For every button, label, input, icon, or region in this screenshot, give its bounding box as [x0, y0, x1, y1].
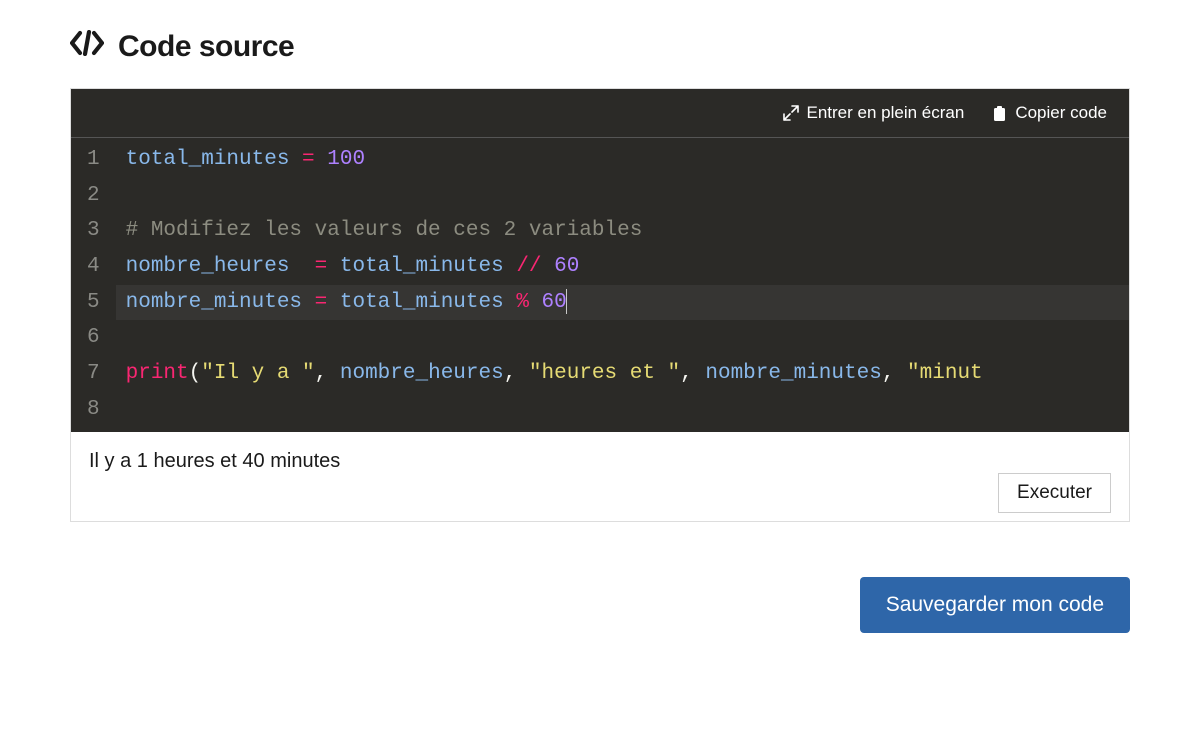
fullscreen-label: Entrer en plein écran [807, 103, 965, 123]
page-title: Code source [118, 30, 294, 64]
line-number: 5 [87, 285, 106, 321]
execute-button[interactable]: Executer [998, 473, 1111, 513]
code-line[interactable]: nombre_heures = total_minutes // 60 [116, 249, 1129, 285]
editor-toolbar: Entrer en plein écran Copier code [71, 89, 1129, 138]
line-number: 2 [87, 178, 106, 214]
expand-icon [783, 105, 799, 121]
text-cursor [566, 289, 567, 314]
line-number-gutter: 12345678 [71, 138, 116, 432]
code-line[interactable] [116, 320, 1129, 356]
copy-label: Copier code [1015, 103, 1107, 123]
section-header: Code source [70, 30, 1130, 64]
save-row: Sauvegarder mon code [70, 577, 1130, 633]
copy-code-button[interactable]: Copier code [992, 103, 1107, 123]
line-number: 1 [87, 142, 106, 178]
code-line[interactable]: total_minutes = 100 [116, 142, 1129, 178]
code-line[interactable]: print("Il y a ", nombre_heures, "heures … [116, 356, 1129, 392]
code-line[interactable]: # Modifiez les valeurs de ces 2 variable… [116, 213, 1129, 249]
line-number: 8 [87, 392, 106, 428]
clipboard-icon [992, 105, 1007, 122]
code-editor-panel: Entrer en plein écran Copier code 123456… [70, 88, 1130, 522]
output-area: Il y a 1 heures et 40 minutes Executer [71, 432, 1129, 521]
code-line[interactable]: nombre_minutes = total_minutes % 60 [116, 285, 1129, 321]
output-text: Il y a 1 heures et 40 minutes [89, 450, 1111, 473]
code-body[interactable]: total_minutes = 100 # Modifiez les valeu… [116, 138, 1129, 432]
line-number: 6 [87, 320, 106, 356]
code-line[interactable] [116, 178, 1129, 214]
save-code-button[interactable]: Sauvegarder mon code [860, 577, 1130, 633]
line-number: 3 [87, 213, 106, 249]
line-number: 4 [87, 249, 106, 285]
line-number: 7 [87, 356, 106, 392]
code-icon [70, 30, 104, 64]
code-editor[interactable]: 12345678 total_minutes = 100 # Modifiez … [71, 138, 1129, 432]
fullscreen-button[interactable]: Entrer en plein écran [783, 103, 965, 123]
code-line[interactable] [116, 392, 1129, 428]
